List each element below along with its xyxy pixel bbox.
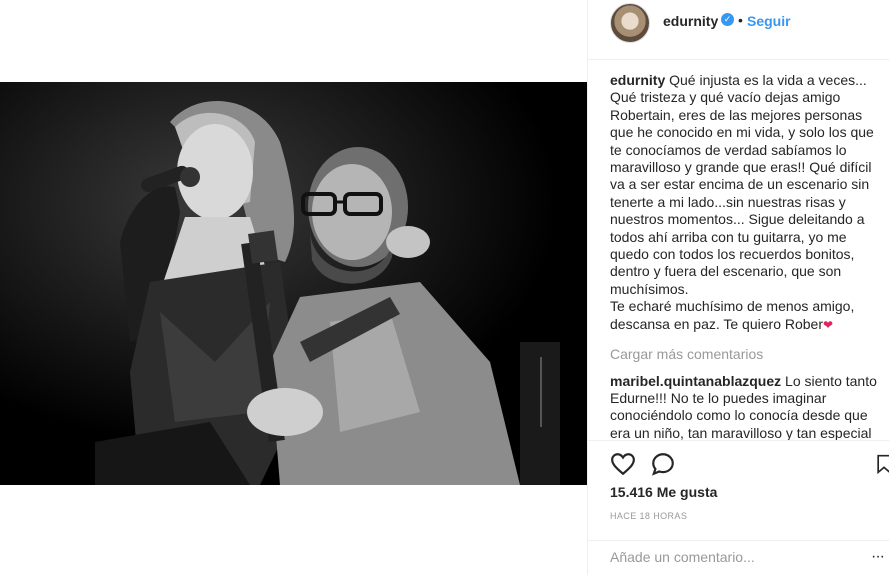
- concert-photo-illustration: [0, 82, 587, 485]
- post-media-panel: [0, 0, 587, 575]
- comment-icon[interactable]: [650, 451, 676, 477]
- more-options-icon[interactable]: ···: [871, 548, 885, 566]
- bookmark-icon[interactable]: [874, 451, 889, 477]
- avatar[interactable]: [610, 3, 650, 43]
- heart-icon[interactable]: [610, 451, 636, 477]
- caption-username[interactable]: edurnity: [610, 72, 665, 88]
- post-photo[interactable]: [0, 82, 587, 485]
- header-username[interactable]: edurnity: [663, 13, 718, 29]
- load-more-comments-button[interactable]: Cargar más comentarios: [610, 346, 880, 363]
- actions-bar: 15.416 Me gusta HACE 18 HORAS: [588, 440, 889, 540]
- comments-list: edurnity Qué injusta es la vida a veces.…: [610, 72, 880, 440]
- caption-text-2: Te echaré muchísimo de menos amigo, desc…: [610, 298, 855, 332]
- post-header: edurnity ✓ • Seguir: [588, 0, 889, 60]
- comment-item: maribel.quintanablazquez Lo siento tanto…: [610, 373, 880, 441]
- comment-input[interactable]: [610, 549, 850, 565]
- separator-dot: •: [738, 12, 743, 28]
- heart-emoji-icon: ❤: [823, 317, 834, 332]
- follow-button[interactable]: Seguir: [747, 13, 791, 29]
- verified-badge-icon: ✓: [721, 13, 734, 26]
- post-timestamp: HACE 18 HORAS: [610, 511, 688, 521]
- post-sidebar: edurnity ✓ • Seguir edurnity Qué injusta…: [587, 0, 889, 575]
- comment-username[interactable]: maribel.quintanablazquez: [610, 373, 781, 389]
- caption-text: Qué injusta es la vida a veces... Qué tr…: [610, 72, 874, 297]
- likes-count[interactable]: 15.416 Me gusta: [610, 484, 717, 500]
- caption: edurnity Qué injusta es la vida a veces.…: [610, 72, 880, 334]
- add-comment-section: ···: [588, 540, 889, 575]
